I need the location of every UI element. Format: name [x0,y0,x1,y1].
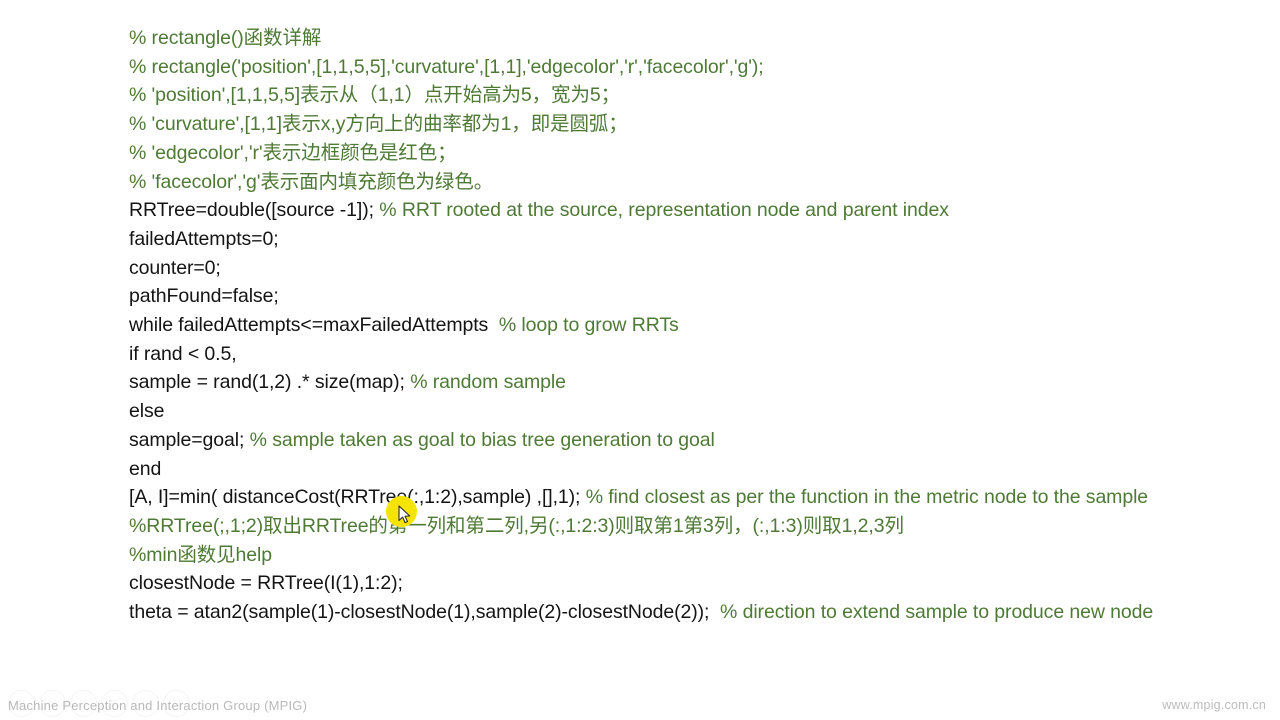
code-comment-text: % loop to grow RRTs [498,314,679,337]
code-line: %RRTree(;,1;2)取出RRTree的第一列和第二列,另(:,1:2:3… [129,512,1189,541]
code-line: if rand < 0.5, [129,340,1189,369]
code-statement-text: sample=goal; [129,428,250,451]
code-comment-text: % 'facecolor','g'表示面内填充颜色为绿色。 [129,170,494,193]
footer-organization-label: Machine Perception and Interaction Group… [8,698,308,713]
code-statement-text: failedAttempts=0; [129,227,279,250]
code-statement-text: [A, I]=min( distanceCost(RRTree(:,1:2),s… [129,486,586,509]
code-listing: % rectangle()函数详解 % rectangle('position',… [129,24,1189,627]
slide-footer: 机器感知与交 Machine Perception and Interactio… [0,686,1280,720]
code-line: % 'position',[1,1,5,5]表示从（1,1）点开始高为5，宽为5… [129,81,1189,110]
code-line: [A, I]=min( distanceCost(RRTree(:,1:2),s… [129,483,1189,512]
code-line: %min函数见help [129,541,1189,570]
code-comment-text: % 'edgecolor','r'表示边框颜色是红色； [129,141,457,164]
code-statement-text: pathFound=false; [129,285,279,308]
code-statement-text: theta = atan2(sample(1)-closestNode(1),s… [129,601,721,624]
code-line: sample = rand(1,2) .* size(map); % rando… [129,368,1189,397]
code-line: % 'curvature',[1,1]表示x,y方向上的曲率都为1，即是圆弧； [129,110,1189,139]
code-line: counter=0; [129,254,1189,283]
code-comment-text: % find closest as per the function in th… [585,486,1149,509]
code-comment-text: % RRT rooted at the source, representati… [379,199,949,222]
code-comment-text: % sample taken as goal to bias tree gene… [249,428,715,451]
code-comment-text: % direction to extend sample to produce … [720,601,1154,624]
code-statement-text: counter=0; [129,256,221,279]
code-line: end [129,455,1189,484]
code-line: pathFound=false; [129,282,1189,311]
code-line: theta = atan2(sample(1)-closestNode(1),s… [129,598,1189,627]
code-line: RRTree=double([source -1]); % RRT rooted… [129,196,1189,225]
code-line: else [129,397,1189,426]
code-line: % rectangle()函数详解 [129,24,1189,53]
footer-website-url: www.mpig.com.cn [1162,698,1266,712]
code-comment-text: % rectangle('position',[1,1,5,5],'curvat… [129,55,764,78]
code-comment-text: % rectangle()函数详解 [129,27,322,49]
code-statement-text: sample = rand(1,2) .* size(map); [129,371,411,394]
code-comment-text: % 'position',[1,1,5,5]表示从（1,1）点开始高为5，宽为5… [129,84,620,107]
code-statement-text: while failedAttempts<=maxFailedAttempts [129,314,499,337]
slide-canvas: % rectangle()函数详解 % rectangle('position',… [0,0,1280,720]
code-line: % rectangle('position',[1,1,5,5],'curvat… [129,53,1189,82]
code-comment-text: %min函数见help [129,543,273,566]
code-statement-text: closestNode = RRTree(I(1),1:2); [129,572,403,595]
code-statement-text: end [129,457,162,480]
code-line: % 'facecolor','g'表示面内填充颜色为绿色。 [129,168,1189,197]
code-line: sample=goal; % sample taken as goal to b… [129,426,1189,455]
code-statement-text: if rand < 0.5, [129,342,237,365]
code-statement-text: RRTree=double([source -1]); [129,199,380,222]
code-line: failedAttempts=0; [129,225,1189,254]
code-comment-text: % random sample [410,371,566,394]
code-line: % 'edgecolor','r'表示边框颜色是红色； [129,139,1189,168]
code-line: closestNode = RRTree(I(1),1:2); [129,569,1189,598]
code-comment-text: %RRTree(;,1;2)取出RRTree的第一列和第二列,另(:,1:2:3… [129,514,904,537]
code-comment-text: % 'curvature',[1,1]表示x,y方向上的曲率都为1，即是圆弧； [129,113,628,136]
code-line: while failedAttempts<=maxFailedAttempts … [129,311,1189,340]
code-statement-text: else [129,400,165,423]
